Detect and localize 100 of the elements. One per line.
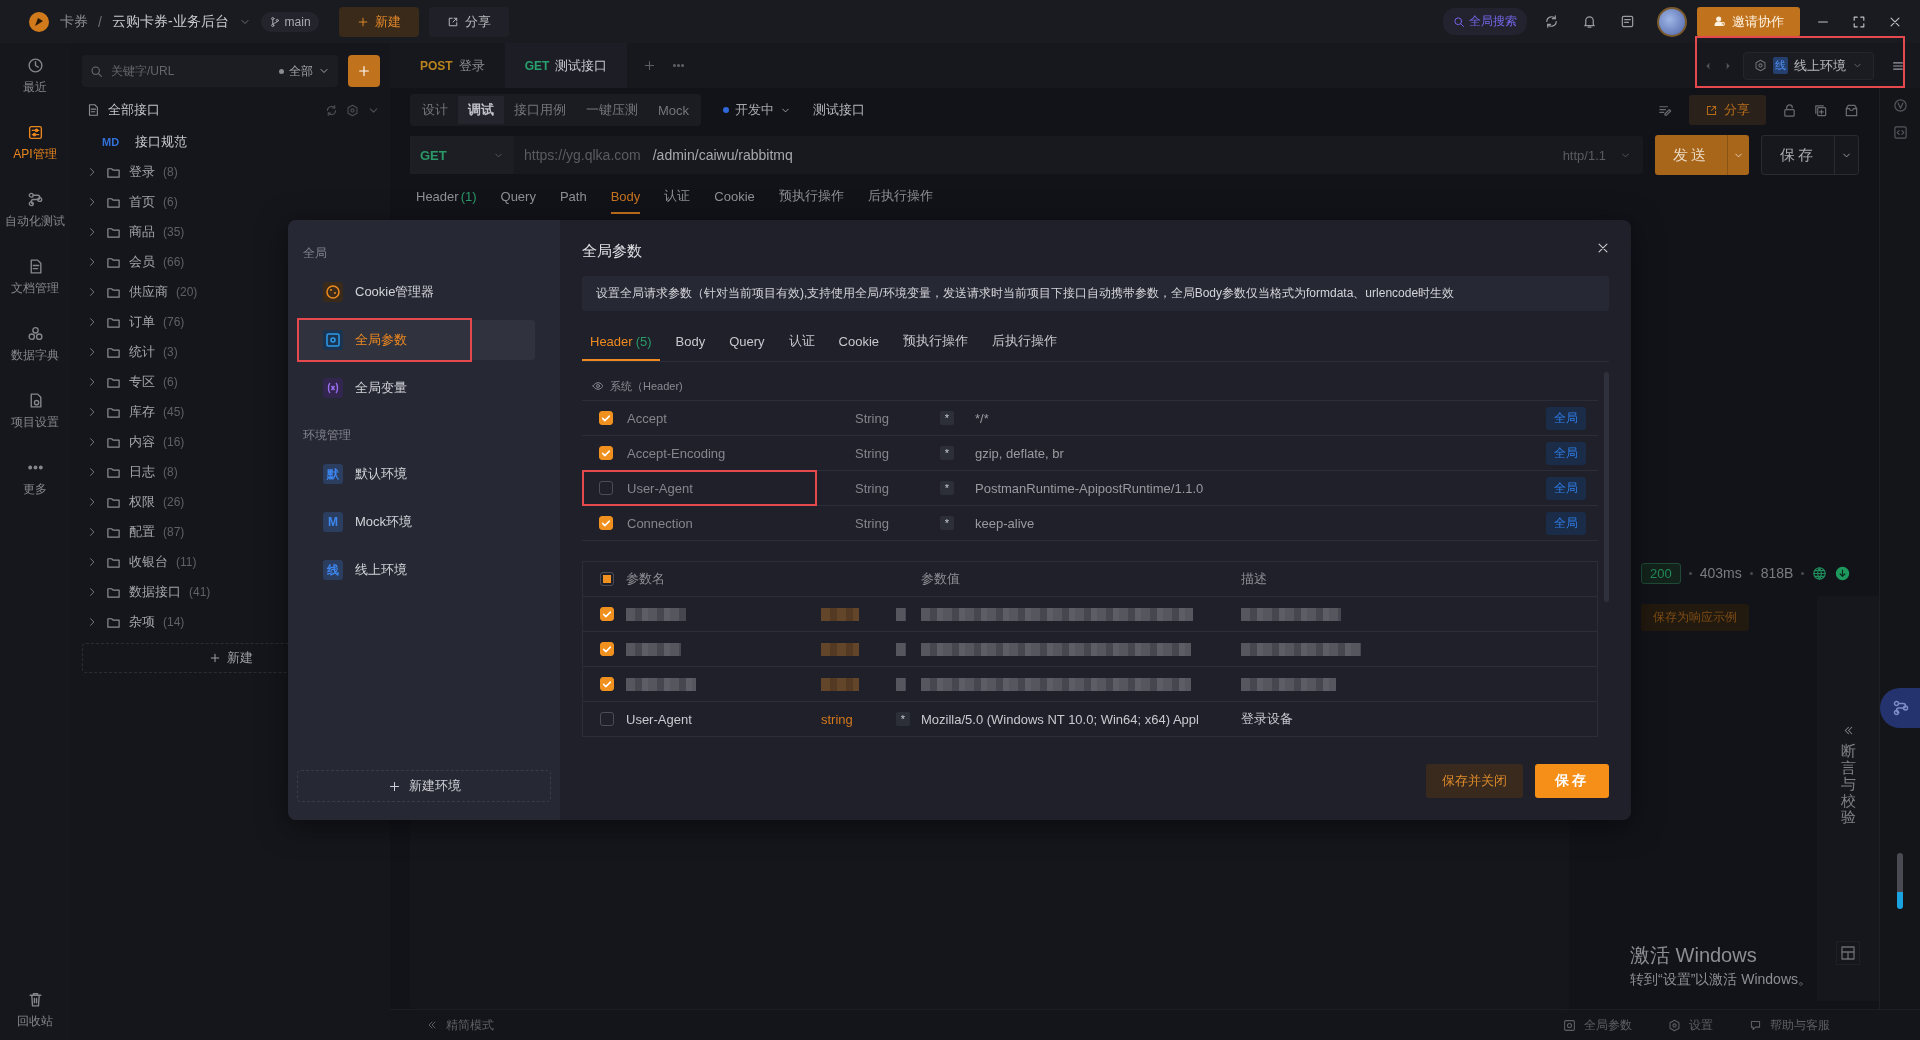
mode-tab[interactable]: 设计 <box>412 96 458 124</box>
required-mark: * <box>896 712 910 726</box>
folder-count: (87) <box>163 525 185 539</box>
project-name[interactable]: 云购卡券-业务后台 <box>111 12 229 31</box>
mode-tab[interactable]: 接口用例 <box>504 96 576 124</box>
required-mark: * <box>940 481 954 495</box>
nav-item[interactable]: 数据字典 <box>1 325 69 364</box>
param-type: string <box>821 711 854 727</box>
folder-count: (6) <box>163 195 178 209</box>
param-value: Mozilla/5.0 (Windows NT 10.0; Win64; x64) Appl <box>921 711 1200 727</box>
tab[interactable]: 后执行操作 <box>984 323 1066 361</box>
param-name: Accept <box>627 410 668 426</box>
tab[interactable]: Cookie <box>830 323 888 361</box>
tree-item[interactable]: 接口规范 <box>135 133 188 151</box>
param-type: String <box>855 410 890 426</box>
tab[interactable]: 认证 <box>780 323 823 361</box>
filter-dropdown[interactable]: 全部 <box>279 62 330 80</box>
param-value: */* <box>975 410 990 426</box>
nav-item[interactable]: 文档管理 <box>1 258 69 297</box>
folder-count: (45) <box>163 405 185 419</box>
status-code-badge: 200 <box>1641 562 1681 584</box>
side-panel-title[interactable]: 断言与校验 <box>1840 743 1856 826</box>
folder-item[interactable]: 商品 (35) <box>82 217 380 247</box>
section-tab[interactable]: Body <box>610 180 641 214</box>
param-type: String <box>855 515 890 531</box>
mode-tab[interactable]: 调试 <box>458 96 504 124</box>
breadcrumb-link[interactable]: 卡券 <box>60 12 88 31</box>
tab[interactable]: Header (5) <box>582 323 660 361</box>
environment-badge: M <box>323 512 343 532</box>
section-tab[interactable]: 认证 <box>664 180 691 214</box>
nav-item[interactable]: 更多 <box>1 459 69 498</box>
folder-count: (20) <box>176 285 198 299</box>
share-button[interactable]: 分享 <box>428 6 509 37</box>
required-mark: * <box>940 411 954 425</box>
param-value: gzip, deflate, br <box>975 445 1065 461</box>
folder-item[interactable]: 杂项 (14) <box>82 607 380 637</box>
section-tab[interactable]: Query <box>500 180 536 214</box>
nav-item[interactable]: 自动化测试 <box>1 191 69 230</box>
param-name: Accept-Encoding <box>627 445 727 461</box>
environment-badge: 默 <box>323 464 343 484</box>
status-dropdown[interactable]: 开发中 <box>717 100 798 120</box>
tab[interactable]: Body <box>667 323 714 361</box>
api-name-field[interactable]: 测试接口 <box>813 101 866 119</box>
new-button[interactable]: 新建 <box>338 6 419 37</box>
column-header: 参数名 <box>626 570 666 588</box>
nav-item[interactable]: 项目设置 <box>1 392 69 431</box>
folder-count: (66) <box>163 255 185 269</box>
folder-count: (35) <box>163 225 185 239</box>
tab[interactable]: 预执行操作 <box>895 323 977 361</box>
scope-tag: 全局 <box>1546 511 1586 535</box>
url-host: https://yg.qlka.com <box>524 147 641 163</box>
folder-count: (8) <box>163 465 178 479</box>
environment-badge: 线 <box>1773 57 1788 74</box>
dialog-title: 全局参数 <box>582 242 642 261</box>
request-tab[interactable]: GET 测试接口 <box>504 43 628 88</box>
folder-count: (26) <box>163 495 185 509</box>
mode-tab[interactable]: Mock <box>648 96 700 124</box>
param-name: User-Agent <box>626 711 693 727</box>
share-button[interactable]: 分享 <box>1689 95 1766 125</box>
url-field[interactable]: /admin/caiwu/rabbitmq <box>652 147 1551 163</box>
section-tab[interactable]: 后执行操作 <box>867 180 933 214</box>
folder-count: (16) <box>163 435 185 449</box>
menu-item[interactable]: 全局参数 <box>297 320 535 360</box>
activation-title: 激活 Windows <box>1630 943 1758 968</box>
method-select[interactable]: GET <box>410 136 514 174</box>
section-tab[interactable]: 预执行操作 <box>778 180 844 214</box>
column-header: 参数值 <box>921 570 961 588</box>
global-search-button[interactable]: 全局搜索 <box>1443 8 1527 35</box>
section-heading: 全局 <box>302 244 328 262</box>
breadcrumb-separator: / <box>98 13 102 30</box>
section-tab[interactable]: Cookie <box>714 180 755 214</box>
nav-item[interactable]: 最近 <box>1 57 69 96</box>
tree-root[interactable]: 全部接口 <box>108 101 317 119</box>
branch-selector[interactable]: main <box>260 11 319 32</box>
column-header: 描述 <box>1241 570 1268 588</box>
nav-item[interactable]: API管理 <box>1 124 69 163</box>
method-label: POST <box>420 58 453 73</box>
request-tab[interactable]: POST 登录 <box>400 43 505 88</box>
nav-item[interactable]: 回收站 <box>1 991 69 1030</box>
param-name: Connection <box>627 515 694 531</box>
section-tab[interactable]: Path <box>559 180 587 214</box>
save-button[interactable]: 保存 <box>1761 135 1859 175</box>
method-label: GET <box>524 58 550 73</box>
menu-item[interactable]: Cookie管理器 <box>297 272 535 312</box>
invite-button[interactable]: 邀请协作 <box>1697 6 1800 37</box>
save-and-close-button[interactable]: 保存并关闭 <box>1426 764 1523 798</box>
environment-selector[interactable]: 线 线上环境 <box>1743 51 1874 80</box>
md-label: MD <box>102 136 120 148</box>
scope-tag: 全局 <box>1546 476 1586 500</box>
response-size: 818B <box>1760 565 1794 581</box>
folder-item[interactable]: 登录 (8) <box>82 157 380 187</box>
search-field[interactable]: 关键字/URL 全部 <box>82 55 338 87</box>
section-tab[interactable]: Header(1) <box>416 180 477 214</box>
tab-count: (5) <box>635 333 652 349</box>
required-mark: * <box>940 446 954 460</box>
folder-count: (6) <box>163 375 178 389</box>
tab[interactable]: Query <box>721 323 773 361</box>
param-type: String <box>855 445 890 461</box>
folder-item[interactable]: 首页 (6) <box>82 187 380 217</box>
new-environment-button[interactable]: 新建环境 <box>297 770 551 802</box>
